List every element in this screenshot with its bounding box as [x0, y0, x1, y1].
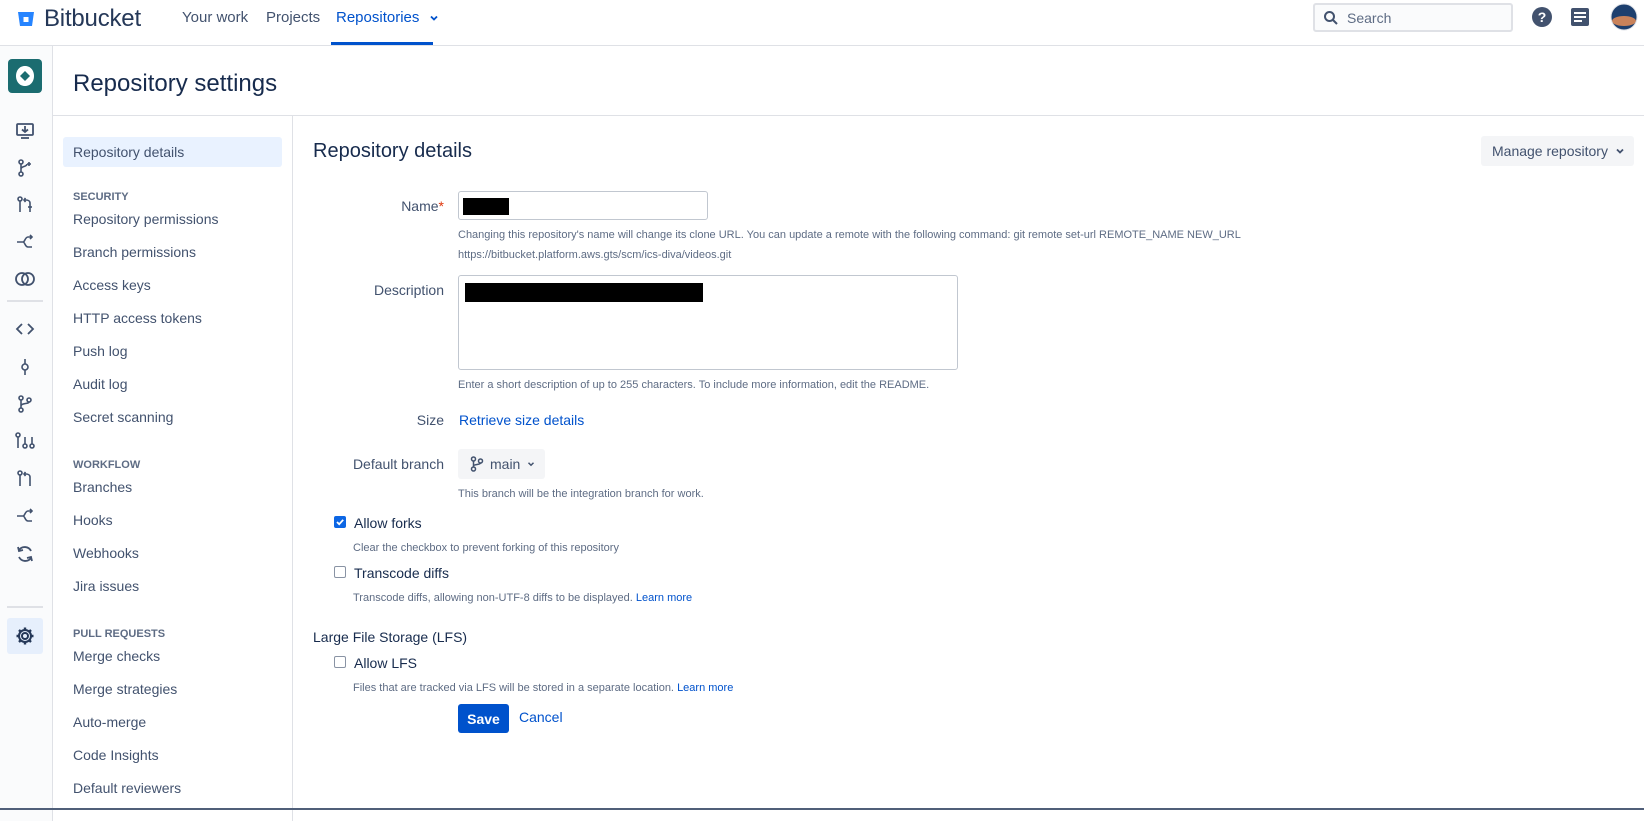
allow-lfs-label: Allow LFS — [354, 655, 418, 671]
checkmark-icon — [336, 519, 344, 526]
section-title: Repository details — [313, 140, 472, 162]
create-pull-request-icon[interactable] — [13, 193, 37, 217]
settings-nav-access-keys[interactable]: Access keys — [73, 277, 151, 293]
window-bottom-edge — [0, 808, 1644, 810]
pull-requests-heading: PULL REQUESTS — [73, 628, 166, 640]
settings-nav-jira-issues[interactable]: Jira issues — [73, 578, 139, 594]
settings-nav-webhooks[interactable]: Webhooks — [73, 545, 139, 561]
settings-nav-http-access-tokens[interactable]: HTTP access tokens — [73, 310, 202, 326]
forks-icon[interactable] — [13, 504, 37, 528]
name-label-text: Name — [401, 198, 439, 214]
clone-url: https://bitbucket.platform.aws.gts/scm/i… — [458, 249, 732, 261]
nav-repositories-label: Repositories — [336, 9, 420, 26]
search-box[interactable] — [1313, 3, 1513, 32]
rail-divider — [7, 300, 43, 302]
save-button[interactable]: Save — [458, 704, 509, 733]
transcode-diffs-label: Transcode diffs — [354, 565, 449, 581]
retrieve-size-link[interactable]: Retrieve size details — [459, 412, 584, 428]
settings-nav-push-log[interactable]: Push log — [73, 343, 127, 359]
search-icon — [1324, 10, 1338, 25]
default-branch-select[interactable]: main — [458, 449, 545, 479]
rail-divider — [7, 606, 43, 608]
nav-projects[interactable]: Projects — [266, 9, 320, 26]
compare-icon[interactable] — [13, 267, 37, 291]
description-help-text: Enter a short description of up to 255 c… — [458, 379, 930, 391]
description-field[interactable] — [458, 275, 958, 370]
transcode-diffs-learn-more-link[interactable]: Learn more — [636, 592, 692, 604]
settings-nav-audit-log[interactable]: Audit log — [73, 376, 127, 392]
search-input[interactable] — [1347, 9, 1497, 26]
nav-repositories[interactable]: Repositories — [336, 9, 440, 26]
manage-repository-label: Manage repository — [1492, 143, 1608, 159]
workflow-heading: WORKFLOW — [73, 459, 141, 471]
user-avatar[interactable] — [1610, 3, 1638, 31]
transcode-diffs-help-text: Transcode diffs, allowing non-UTF-8 diff… — [353, 592, 633, 604]
lfs-learn-more-link[interactable]: Learn more — [677, 682, 733, 694]
pull-request-icon[interactable] — [13, 467, 37, 491]
create-branch-icon[interactable] — [13, 156, 37, 180]
settings-navigation: Repository details SECURITY Repository p… — [53, 116, 293, 821]
allow-forks-label: Allow forks — [354, 515, 422, 531]
builds-icon[interactable] — [13, 542, 37, 566]
top-navigation: Bitbucket Your work Projects Repositorie… — [0, 0, 1644, 46]
transcode-diffs-help: Transcode diffs, allowing non-UTF-8 diff… — [353, 592, 692, 604]
description-label: Description — [373, 282, 444, 298]
settings-nav-repository-permissions[interactable]: Repository permissions — [73, 211, 219, 227]
source-icon[interactable] — [13, 317, 37, 341]
allow-lfs-help: Files that are tracked via LFS will be s… — [353, 682, 733, 694]
settings-nav-repository-details[interactable]: Repository details — [73, 144, 184, 160]
repository-avatar[interactable] — [8, 59, 42, 93]
cancel-link[interactable]: Cancel — [519, 709, 563, 725]
branch-icon — [470, 456, 484, 472]
name-help-text: Changing this repository's name will cha… — [458, 229, 1241, 241]
commits-icon[interactable] — [13, 355, 37, 379]
settings-nav-secret-scanning[interactable]: Secret scanning — [73, 409, 173, 425]
size-label: Size — [416, 412, 444, 428]
settings-nav-code-insights[interactable]: Code Insights — [73, 747, 159, 763]
app-name: Bitbucket — [44, 5, 141, 32]
manage-repository-button[interactable]: Manage repository — [1481, 136, 1634, 166]
gear-icon[interactable] — [13, 624, 37, 648]
lfs-section-title: Large File Storage (LFS) — [313, 629, 468, 645]
bitbucket-icon — [18, 12, 34, 26]
chevron-down-icon — [528, 462, 535, 467]
chevron-down-icon — [1616, 148, 1624, 154]
name-field[interactable] — [458, 191, 708, 220]
default-branch-help-text: This branch will be the integration bran… — [458, 488, 704, 500]
settings-nav-merge-strategies[interactable]: Merge strategies — [73, 681, 177, 697]
settings-nav-branch-permissions[interactable]: Branch permissions — [73, 244, 196, 260]
page-title: Repository settings — [73, 70, 278, 97]
allow-forks-help-text: Clear the checkbox to prevent forking of… — [353, 542, 619, 554]
settings-nav-auto-merge[interactable]: Auto-merge — [73, 714, 146, 730]
svg-text:?: ? — [1538, 9, 1547, 25]
allow-lfs-checkbox[interactable] — [334, 656, 346, 668]
settings-nav-merge-checks[interactable]: Merge checks — [73, 648, 160, 664]
default-branch-label: Default branch — [352, 456, 444, 472]
fork-icon[interactable] — [13, 230, 37, 254]
default-branch-value: main — [490, 456, 521, 472]
repository-sidebar — [0, 46, 53, 821]
settings-nav-branches[interactable]: Branches — [73, 479, 132, 495]
help-icon[interactable]: ? — [1530, 5, 1554, 29]
notes-icon[interactable] — [1568, 5, 1592, 29]
security-heading: SECURITY — [73, 191, 129, 203]
allow-lfs-help-text: Files that are tracked via LFS will be s… — [353, 682, 674, 694]
chevron-down-icon — [429, 15, 438, 21]
redacted-description — [465, 283, 703, 302]
bitbucket-logo[interactable]: Bitbucket — [16, 5, 141, 33]
branches-icon[interactable] — [13, 392, 37, 416]
transcode-diffs-checkbox[interactable] — [334, 566, 346, 578]
active-nav-indicator — [331, 42, 433, 45]
name-label: Name* — [401, 198, 444, 214]
settings-nav-default-reviewers[interactable]: Default reviewers — [73, 780, 181, 796]
settings-nav-hooks[interactable]: Hooks — [73, 512, 113, 528]
required-marker: * — [438, 198, 444, 214]
pull-requests-icon[interactable] — [13, 429, 37, 453]
clone-icon[interactable] — [13, 119, 37, 143]
allow-forks-checkbox[interactable] — [334, 516, 346, 528]
nav-your-work[interactable]: Your work — [182, 9, 248, 26]
redacted-name — [463, 198, 509, 215]
